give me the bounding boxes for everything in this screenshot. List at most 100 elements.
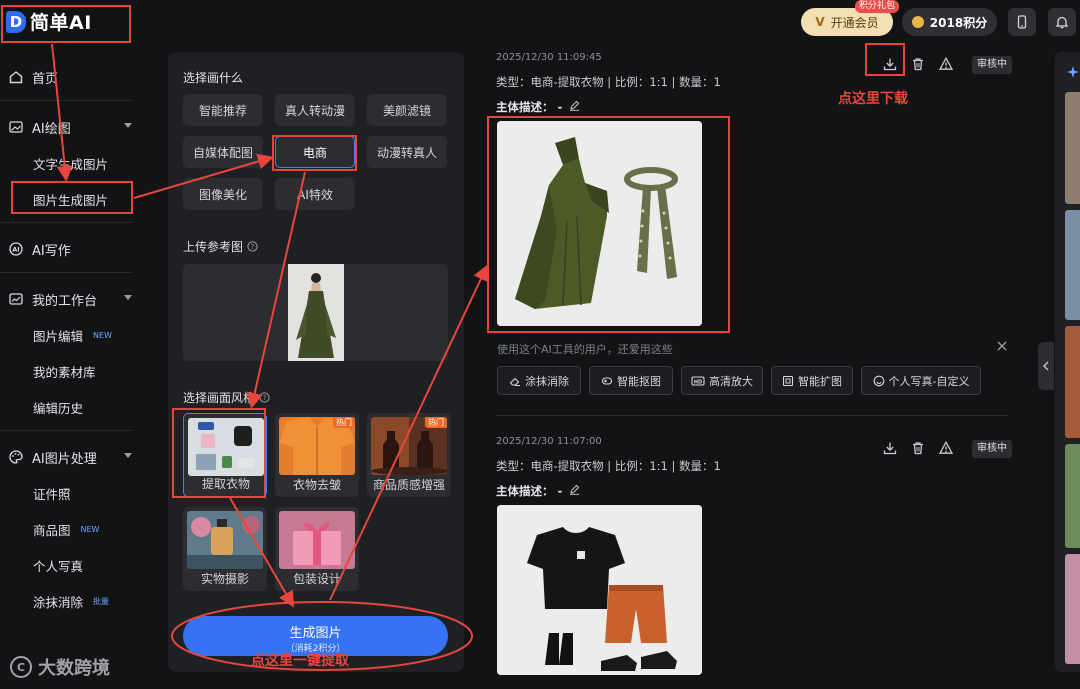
ai-write-icon: AI <box>8 241 24 257</box>
tool-label: 智能抠图 <box>617 374 661 388</box>
style-label: 商品质感增强 <box>372 478 445 492</box>
result-meta: 类型：电商-提取衣物 | 比例：1:1 | 数量：1 <box>496 459 721 473</box>
tool-smart-expand[interactable]: 智能扩图 <box>771 366 853 395</box>
divider <box>0 430 132 431</box>
sidebar-item-label: AI绘图 <box>32 121 71 137</box>
coin-icon <box>911 16 924 28</box>
sidebar-item-ai-writing[interactable]: AI AI写作 <box>0 234 150 264</box>
style-card-texture-enhance[interactable]: 热门 商品质感增强 <box>367 413 451 497</box>
new-badge: NEW <box>80 524 100 534</box>
inspiration-image[interactable] <box>1065 444 1080 548</box>
expand-icon <box>782 375 794 386</box>
sidebar-item-erase[interactable]: 涂抹消除 批量 <box>0 586 150 616</box>
result-meta: 类型：电商-提取衣物 | 比例：1:1 | 数量：1 <box>496 75 721 89</box>
trash-icon[interactable] <box>910 440 926 456</box>
tool-custom-portrait[interactable]: 个人写真-自定义 <box>861 366 981 395</box>
style-label: 包装设计 <box>292 572 341 586</box>
inspiration-image[interactable] <box>1065 554 1080 664</box>
tool-label: 个人写真-自定义 <box>888 374 970 388</box>
reference-image[interactable] <box>288 264 344 361</box>
result-description: 主体描述： - <box>496 99 1016 115</box>
points-button[interactable]: 2018积分 <box>902 8 997 36</box>
edit-icon[interactable] <box>569 484 580 495</box>
sidebar-item-home[interactable]: 首页 <box>0 62 150 92</box>
chevron-left-icon <box>1043 361 1049 371</box>
sidebar: 首页 AI绘图 文字生成图片 图片生成图片 AI AI写作 我的工作台 图片编辑… <box>0 44 150 689</box>
close-icon[interactable] <box>996 340 1008 352</box>
sidebar-item-image-edit[interactable]: 图片编辑 NEW <box>0 320 150 350</box>
tool-erase[interactable]: 涂抹消除 <box>497 366 581 395</box>
style-card-unwrinkle[interactable]: 热门 衣物去皱 <box>275 413 359 497</box>
gift-badge[interactable]: 积分礼包 <box>855 0 900 13</box>
cutout-icon <box>601 376 613 385</box>
svg-text:AI: AI <box>12 246 19 254</box>
sidebar-item-label: 首页 <box>32 71 59 87</box>
report-icon[interactable] <box>938 56 954 72</box>
description-label: 主体描述： <box>496 484 554 498</box>
type-beauty-filter[interactable]: 美颜滤镜 <box>367 94 447 126</box>
type-photo-to-anime[interactable]: 真人转动漫 <box>275 94 355 126</box>
trash-icon[interactable] <box>910 56 926 72</box>
tool-hd-upscale[interactable]: HD 高清放大 <box>681 366 763 395</box>
sidebar-item-portrait[interactable]: 个人写真 <box>0 550 150 580</box>
type-media-image[interactable]: 自媒体配图 <box>183 136 263 168</box>
result-divider <box>497 415 1007 416</box>
help-icon[interactable]: ? <box>259 392 270 403</box>
sidebar-item-label: 文字生成图片 <box>33 156 109 172</box>
image-icon <box>8 119 24 135</box>
bell-icon[interactable] <box>1048 8 1076 36</box>
tool-smart-cutout[interactable]: 智能抠图 <box>589 366 673 395</box>
sidebar-item-label: 我的素材库 <box>33 364 96 380</box>
inspiration-image[interactable] <box>1065 210 1080 320</box>
svg-text:HD: HD <box>694 379 702 385</box>
style-card-product-photo[interactable]: 实物摄影 <box>183 507 267 591</box>
style-thumbnail <box>279 511 355 569</box>
collapse-panel-button[interactable] <box>1038 342 1054 390</box>
sidebar-item-id-photo[interactable]: 证件照 <box>0 478 150 508</box>
type-smart-recommend[interactable]: 智能推荐 <box>183 94 263 126</box>
svg-text:?: ? <box>263 394 267 402</box>
annotation-box-download <box>865 43 905 76</box>
hd-icon: HD <box>691 375 705 386</box>
chevron-down-icon <box>124 453 132 458</box>
sidebar-item-label: 我的工作台 <box>32 293 98 309</box>
sidebar-item-materials[interactable]: 我的素材库 <box>0 356 150 386</box>
type-ai-effects[interactable]: AI特效 <box>275 178 355 210</box>
annotation-download-text: 点这里下载 <box>838 91 908 107</box>
reference-upload-area[interactable] <box>183 264 448 361</box>
help-icon[interactable]: ? <box>247 241 258 252</box>
inspiration-image[interactable] <box>1065 326 1080 438</box>
result-image-2[interactable] <box>497 505 702 675</box>
hot-badge: 热门 <box>333 417 355 428</box>
download-icon[interactable] <box>882 440 898 456</box>
sidebar-item-label: 商品图 <box>33 522 71 538</box>
section-title-style: 选择画面风格 ? <box>183 389 270 406</box>
sidebar-item-workspace[interactable]: 我的工作台 <box>0 284 150 314</box>
sidebar-item-edit-history[interactable]: 编辑历史 <box>0 392 150 422</box>
sidebar-item-product-image[interactable]: 商品图 NEW <box>0 514 150 544</box>
sidebar-item-ai-image-processing[interactable]: AI图片处理 <box>0 442 150 472</box>
description-value: - <box>557 484 563 498</box>
type-image-enhance[interactable]: 图像美化 <box>183 178 263 210</box>
sparkle-icon <box>1067 66 1079 78</box>
points-value: 2018积分 <box>929 15 988 30</box>
type-anime-to-photo[interactable]: 动漫转真人 <box>367 136 447 168</box>
description-value: - <box>557 100 563 114</box>
style-card-packaging-design[interactable]: 包装设计 <box>275 507 359 591</box>
vip-label: 开通会员 <box>830 15 879 30</box>
status-badge: 审核中 <box>972 440 1012 458</box>
report-icon[interactable] <box>938 440 954 456</box>
description-label: 主体描述： <box>496 100 554 114</box>
chevron-down-icon <box>124 123 132 128</box>
sidebar-item-text-to-image[interactable]: 文字生成图片 <box>0 148 150 178</box>
inspiration-image[interactable] <box>1065 92 1080 204</box>
section-title-what: 选择画什么 <box>183 71 244 85</box>
edit-icon[interactable] <box>569 100 580 111</box>
upload-title-text: 上传参考图 <box>183 240 244 254</box>
vip-icon: V <box>815 15 825 29</box>
annotation-box-image-to-image <box>11 181 133 214</box>
sidebar-item-label: 图片编辑 <box>33 328 84 344</box>
style-label: 衣物去皱 <box>292 478 341 492</box>
mobile-icon[interactable] <box>1008 8 1036 36</box>
sidebar-item-ai-drawing[interactable]: AI绘图 <box>0 112 150 142</box>
